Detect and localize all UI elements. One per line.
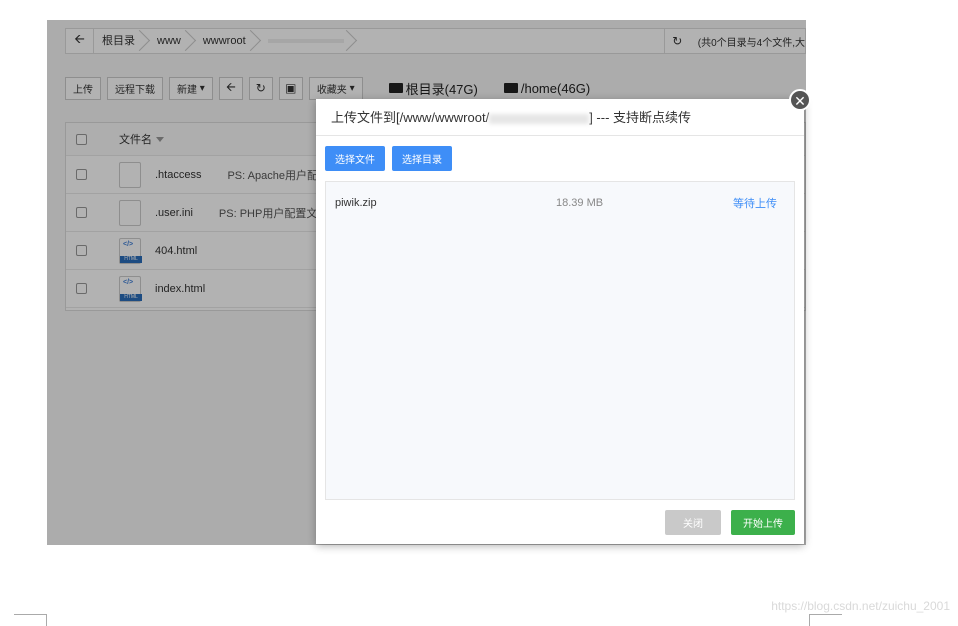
upload-file-size: 18.39 MB	[556, 197, 604, 209]
upload-file-name: piwik.zip	[335, 197, 377, 209]
select-buttons: 选择文件 选择目录	[325, 146, 452, 171]
upload-list: piwik.zip 18.39 MB 等待上传	[325, 181, 795, 500]
start-upload-button[interactable]: 开始上传	[731, 510, 795, 535]
upload-status: 等待上传	[733, 198, 777, 210]
page-corner-mark	[809, 614, 842, 626]
close-button[interactable]: 关闭	[665, 510, 721, 535]
dialog-title: 上传文件到[/www/wwwroot/ ] --- 支持断点续传	[316, 99, 804, 136]
redacted-path	[489, 113, 590, 124]
close-icon[interactable]: ✕	[789, 89, 811, 111]
list-item: piwik.zip 18.39 MB 等待上传	[326, 182, 794, 224]
select-file-button[interactable]: 选择文件	[325, 146, 385, 171]
dialog-title-prefix: 上传文件到[/www/wwwroot/	[331, 110, 490, 125]
upload-dialog: 上传文件到[/www/wwwroot/ ] --- 支持断点续传 选择文件 选择目…	[316, 99, 804, 544]
dialog-title-suffix: ] --- 支持断点续传	[589, 110, 692, 125]
select-directory-button[interactable]: 选择目录	[392, 146, 452, 171]
page-corner-mark	[14, 614, 47, 626]
dialog-footer: 关闭 开始上传	[665, 510, 795, 535]
watermark: https://blog.csdn.net/zuichu_2001	[771, 599, 950, 613]
